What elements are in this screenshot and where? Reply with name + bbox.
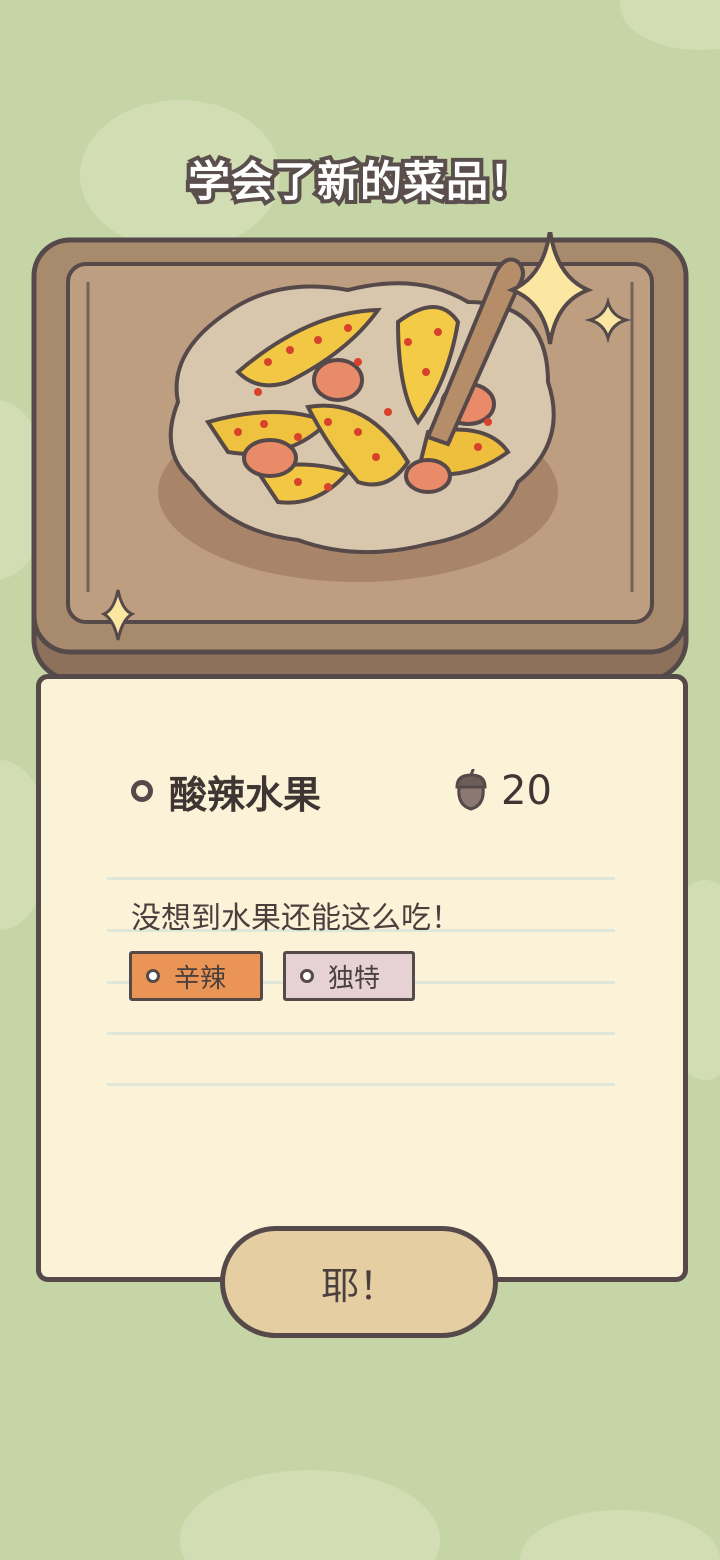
tag-dot-icon bbox=[146, 969, 160, 983]
spicy-fruit-dish-illustration bbox=[31, 232, 689, 683]
tag-label: 独特 bbox=[328, 963, 381, 994]
background-cloud bbox=[620, 0, 720, 50]
ruled-line bbox=[107, 1083, 615, 1086]
dish-name: 酸辣水果 bbox=[169, 772, 322, 817]
dish-price: 20 bbox=[451, 767, 552, 815]
ruled-line bbox=[107, 1032, 615, 1035]
dish-image bbox=[28, 232, 692, 684]
background-cloud bbox=[520, 1510, 720, 1560]
dish-info-card: 酸辣水果 20 没想到水果还能这么吃！ 辛辣 独特 bbox=[36, 674, 688, 1282]
dish-name-row: 酸辣水果 bbox=[131, 767, 321, 817]
bullet-icon bbox=[131, 780, 153, 802]
tag-unique: 独特 bbox=[283, 951, 415, 1001]
background-cloud bbox=[180, 1470, 440, 1560]
screen: 学会了新的菜品！ 酸辣水果 20 没想到水果还能这么吃！ 辛辣 独特 耶！ bbox=[0, 0, 720, 1560]
price-value: 20 bbox=[501, 768, 552, 814]
tag-label: 辛辣 bbox=[174, 963, 227, 994]
confirm-button[interactable]: 耶！ bbox=[220, 1226, 498, 1338]
ruled-line bbox=[107, 877, 615, 880]
tag-dot-icon bbox=[300, 969, 314, 983]
popup-title: 学会了新的菜品！ bbox=[184, 153, 535, 210]
tag-spicy: 辛辣 bbox=[129, 951, 263, 1001]
acorn-icon bbox=[455, 769, 487, 811]
dish-description: 没想到水果还能这么吃！ bbox=[131, 901, 461, 936]
